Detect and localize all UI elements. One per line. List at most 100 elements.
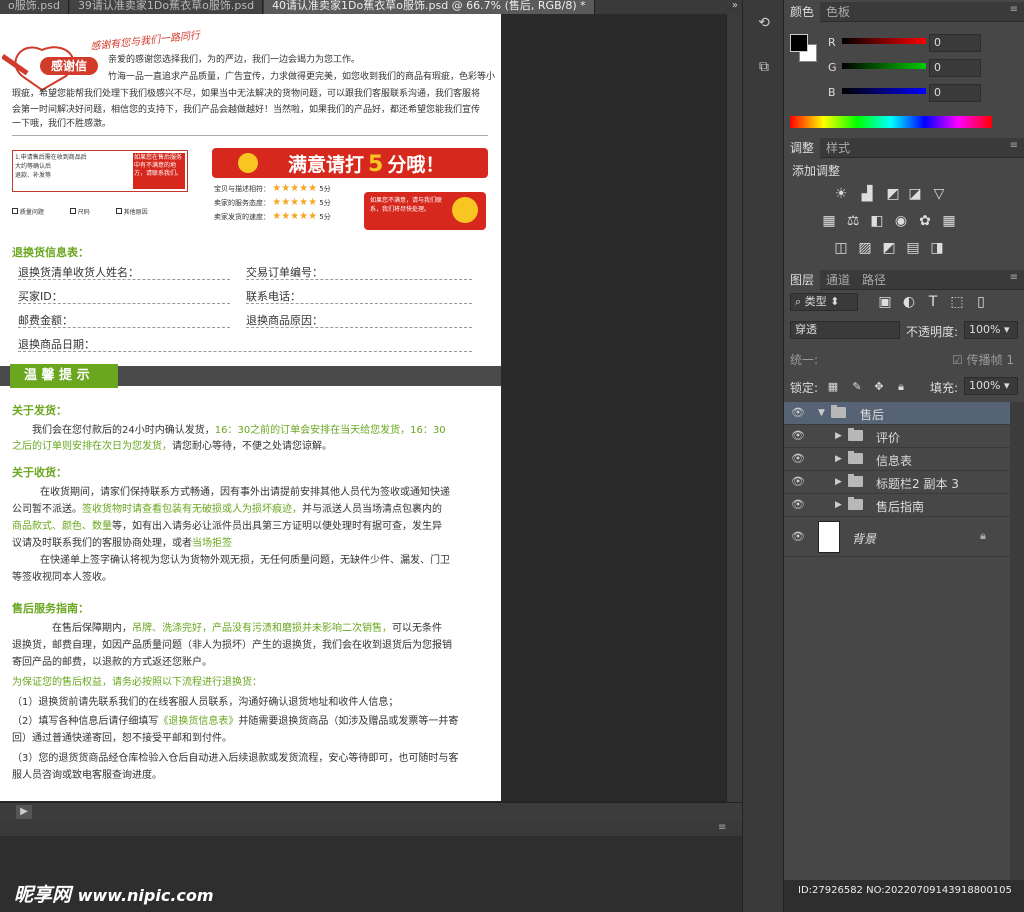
gradient-map-icon[interactable]: ◨	[928, 240, 946, 256]
g-value-input[interactable]: 0	[929, 59, 981, 77]
levels-icon[interactable]: ▟	[858, 186, 876, 202]
expand-arrow-icon[interactable]: ▶	[835, 431, 842, 441]
panel-menu-icon[interactable]: ≡	[1010, 272, 1018, 283]
r-slider[interactable]	[842, 38, 926, 44]
tab-doc-2[interactable]: 39请认准卖家1Do蕉衣草o服饰.psd	[69, 0, 264, 14]
layer-group-review[interactable]: 👁︎ ▶ 评价	[784, 425, 1010, 448]
smiley-icon	[238, 153, 258, 173]
eye-icon[interactable]: 👁︎	[790, 452, 806, 466]
panel-menu-icon[interactable]: ≡	[1010, 140, 1018, 151]
expand-arrow-icon[interactable]: ▼	[818, 408, 825, 418]
posterize-icon[interactable]: ▨	[856, 240, 874, 256]
vibrance-icon[interactable]: ▽	[930, 186, 948, 202]
lock-icon: 🔒︎	[980, 529, 986, 542]
fill-label: 填充:	[930, 381, 959, 395]
color-balance-icon[interactable]: ⚖	[844, 213, 862, 229]
propagate-label[interactable]: ☑ 传播帧 1	[952, 351, 1014, 368]
hue-saturation-icon[interactable]: ▦	[820, 213, 838, 229]
filter-adjust-icon[interactable]: ◐	[900, 294, 918, 310]
b-value-input[interactable]: 0	[929, 84, 981, 102]
3d-cube-icon[interactable]: ⧉	[751, 56, 777, 78]
opacity-input[interactable]: 100% ▾	[964, 321, 1018, 339]
panel-menu-icon[interactable]: ≡	[1010, 4, 1018, 15]
tab-layers[interactable]: 图层	[784, 270, 821, 290]
folder-icon	[848, 474, 863, 487]
fill-input[interactable]: 100% ▾	[964, 377, 1018, 395]
tab-color[interactable]: 颜色	[784, 2, 821, 22]
blend-mode-select[interactable]: 穿透	[790, 321, 900, 339]
b-slider[interactable]	[842, 88, 926, 94]
stars: ★★★★★	[272, 211, 318, 222]
timeline-menu-icon[interactable]: ≡	[718, 822, 726, 833]
expand-arrow-icon[interactable]: ▶	[835, 500, 842, 510]
layer-name: 评价	[876, 431, 901, 445]
document-canvas: 感谢信 感谢有您与我们一路同行 亲爱的感谢您选择我们，为的严边，我们一边会竭力为…	[0, 14, 501, 801]
field-name: 退换货清单收货人姓名：	[18, 264, 230, 280]
curves-icon[interactable]: ◩	[884, 186, 902, 202]
step-2: （2）填写各种信息后请仔细填写《退换货信息表》并随需要退换货商品（如涉及赠品或发…	[12, 716, 459, 727]
eye-icon[interactable]: 👁︎	[790, 475, 806, 489]
brightness-icon[interactable]: ☀	[832, 186, 850, 202]
invert-icon[interactable]: ◫	[832, 240, 850, 256]
add-adjustment-label: 添加调整	[792, 164, 841, 178]
tab-swatches[interactable]: 色板	[820, 2, 856, 22]
layer-group-guide[interactable]: 👁︎ ▶ 售后指南	[784, 494, 1010, 517]
collapsed-panel-dock: ⟲ ⧉	[742, 0, 784, 912]
eye-icon[interactable]: 👁︎	[790, 530, 806, 544]
layer-background[interactable]: 👁︎ 背景 🔒︎	[784, 517, 1010, 557]
timeline-header	[0, 820, 742, 836]
horizontal-scrollbar[interactable]	[0, 802, 742, 820]
lock-move-icon[interactable]: ✥	[870, 379, 888, 395]
tab-channels[interactable]: 通道	[820, 270, 856, 290]
field-postcode: 邮费金额：	[18, 312, 230, 328]
play-icon[interactable]: ▶	[16, 805, 32, 819]
expand-arrow-icon[interactable]: ▶	[835, 454, 842, 464]
filter-shape-icon[interactable]: ⬚	[948, 294, 966, 310]
eye-icon[interactable]: 👁︎	[790, 406, 806, 420]
exposure-icon[interactable]: ◪	[906, 186, 924, 202]
history-icon[interactable]: ⟲	[751, 12, 777, 34]
vertical-scrollbar[interactable]	[726, 14, 742, 804]
tab-style[interactable]: 样式	[820, 138, 856, 158]
eye-icon[interactable]: 👁︎	[790, 498, 806, 512]
tab-overflow-icon[interactable]: »	[732, 0, 738, 11]
layers-scrollbar[interactable]	[1010, 402, 1024, 880]
after-text-1: 在售后保障期内，吊牌、洗涤完好，产品没有污渍和磨损并未影响二次销售，可以无条件	[52, 623, 442, 634]
ship-text-2: 之后的订单则安排在次日为您发货，请您耐心等待，不便之处请您谅解。	[12, 441, 332, 452]
color-spectrum[interactable]	[790, 116, 992, 128]
return-note-left: 1.申请售后需在收到商品后 大约等确认后 退款、补发等	[15, 154, 87, 179]
eye-icon[interactable]: 👁︎	[790, 429, 806, 443]
layer-filter-select[interactable]: ⌕ 类型 ⬍	[790, 293, 858, 311]
folder-icon	[848, 451, 863, 464]
layer-group-aftersales[interactable]: 👁︎ ▼ 售后	[784, 402, 1010, 425]
tab-adjust[interactable]: 调整	[784, 138, 821, 158]
tips-title: 温 馨 提 示	[10, 364, 118, 388]
image-id-bar: ID:27926582 NO:20220709143918800105	[784, 880, 1024, 912]
g-slider[interactable]	[842, 63, 926, 69]
r-value-input[interactable]: 0	[929, 34, 981, 52]
tab-doc-1[interactable]: o服饰.psd	[0, 0, 69, 14]
layer-group-titlebar[interactable]: 👁︎ ▶ 标题栏2 副本 3	[784, 471, 1010, 494]
lock-brush-icon[interactable]: ✎	[848, 379, 866, 395]
photo-filter-icon[interactable]: ◉	[892, 213, 910, 229]
layer-group-infotable[interactable]: 👁︎ ▶ 信息表	[784, 448, 1010, 471]
color-lookup-icon[interactable]: ▦	[940, 213, 958, 229]
selective-color-icon[interactable]: ▤	[904, 240, 922, 256]
foreground-color-swatch[interactable]	[790, 34, 808, 52]
black-white-icon[interactable]: ◧	[868, 213, 886, 229]
threshold-icon[interactable]: ◩	[880, 240, 898, 256]
ship-text: 我们会在您付款后的24小时内确认发货，16：30之前的订单会安排在当天给您发货，…	[32, 425, 446, 436]
tab-paths[interactable]: 路径	[856, 270, 892, 290]
recv-title: 关于收货：	[12, 466, 67, 479]
expand-arrow-icon[interactable]: ▶	[835, 477, 842, 487]
lock-all-icon[interactable]: 🔒︎	[892, 379, 910, 395]
tab-doc-3[interactable]: 40请认准卖家1Do蕉衣草o服饰.psd @ 66.7% (售后, RGB/8)…	[264, 0, 595, 14]
rating-banner: 满意请打 5 分哦！	[212, 148, 488, 178]
filter-pixel-icon[interactable]: ▣	[876, 294, 894, 310]
lock-transparent-icon[interactable]: ▦	[824, 379, 842, 395]
filter-type-icon[interactable]: T	[924, 294, 942, 310]
filter-smart-icon[interactable]: ▯	[972, 294, 990, 310]
smiley-icon	[452, 197, 478, 223]
channel-mixer-icon[interactable]: ✿	[916, 213, 934, 229]
image-id-text: ID:27926582 NO:20220709143918800105	[798, 885, 1012, 896]
